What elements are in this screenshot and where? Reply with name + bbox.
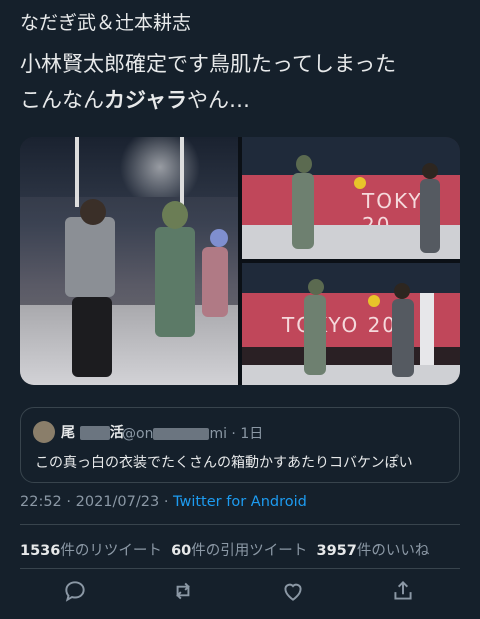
like-label: 件のいいね (356, 543, 430, 559)
media-photo-2[interactable]: TOKYO 20 (242, 137, 460, 259)
tweet-text-line2-end: やん… (186, 88, 250, 112)
media-photo-3[interactable]: TOKYO 202 (242, 263, 460, 385)
quote-count: 60 (171, 543, 192, 559)
meta-separator-2: · (163, 494, 169, 510)
tweet-text-line1: 小林賢太郎確定です鳥肌たってしまった (20, 52, 397, 76)
quoted-handle-start: @on (122, 426, 154, 442)
tweet-author[interactable]: なだぎ武＆辻本耕志 (20, 8, 191, 35)
redacted-name (79, 426, 110, 440)
share-button[interactable] (390, 578, 420, 608)
meta-separator: · (66, 494, 72, 510)
reply-button[interactable] (62, 578, 92, 608)
tweet-source-link[interactable]: Twitter for Android (173, 494, 307, 510)
tweet-time: 22:52 (20, 494, 62, 510)
tweet-text-bold: カジャラ (104, 88, 187, 112)
like-count-link[interactable]: 3957件のいいね (316, 543, 429, 559)
like-button[interactable] (280, 578, 310, 608)
tweet-text: 小林賢太郎確定です鳥肌たってしまった こんなんカジャラやん… (20, 46, 460, 118)
media-photo-1[interactable] (20, 137, 238, 385)
quote-label: 件の引用ツイート (191, 543, 308, 559)
quoted-handle: @on mi · 1日 (122, 426, 264, 442)
like-count: 3957 (316, 543, 357, 559)
media-grid: TOKYO 20 TOKYO 202 (20, 137, 460, 385)
quoted-text: この真っ白の衣装でたくさんの箱動かすあたりコバケンぽい (35, 455, 413, 471)
like-icon (284, 583, 302, 601)
divider-bottom (20, 568, 460, 569)
share-icon (394, 580, 412, 600)
action-bar (0, 572, 480, 612)
quoted-time: 1日 (240, 426, 264, 442)
retweet-icon (176, 582, 190, 600)
redacted-handle (153, 428, 210, 440)
tweet-meta: 22:52 · 2021/07/23 · Twitter for Android (20, 494, 307, 510)
tweet-stats: 1536件のリツイート 60件の引用ツイート 3957件のいいね (20, 539, 429, 560)
reply-icon (65, 581, 85, 602)
quoted-name-start: 尾 (61, 425, 75, 441)
quoted-name: 尾 活 (61, 422, 124, 442)
tweet-date: 2021/07/23 (75, 494, 160, 510)
quoted-handle-end: mi (209, 426, 227, 442)
quote-count-link[interactable]: 60件の引用ツイート (171, 543, 307, 559)
retweet-button[interactable] (170, 578, 200, 608)
quoted-avatar (33, 421, 55, 443)
divider-top (20, 524, 460, 525)
retweet-label: 件のリツイート (60, 543, 162, 559)
retweet-count: 1536 (20, 543, 61, 559)
tweet-text-line2-start: こんなん (20, 88, 104, 112)
quoted-tweet[interactable]: 尾 活 @on mi · 1日 この真っ白の衣装でたくさんの箱動かすあたりコバケン… (20, 407, 460, 483)
retweet-count-link[interactable]: 1536件のリツイート (20, 543, 162, 559)
tweet-text-line2: こんなんカジャラやん… (20, 82, 460, 118)
